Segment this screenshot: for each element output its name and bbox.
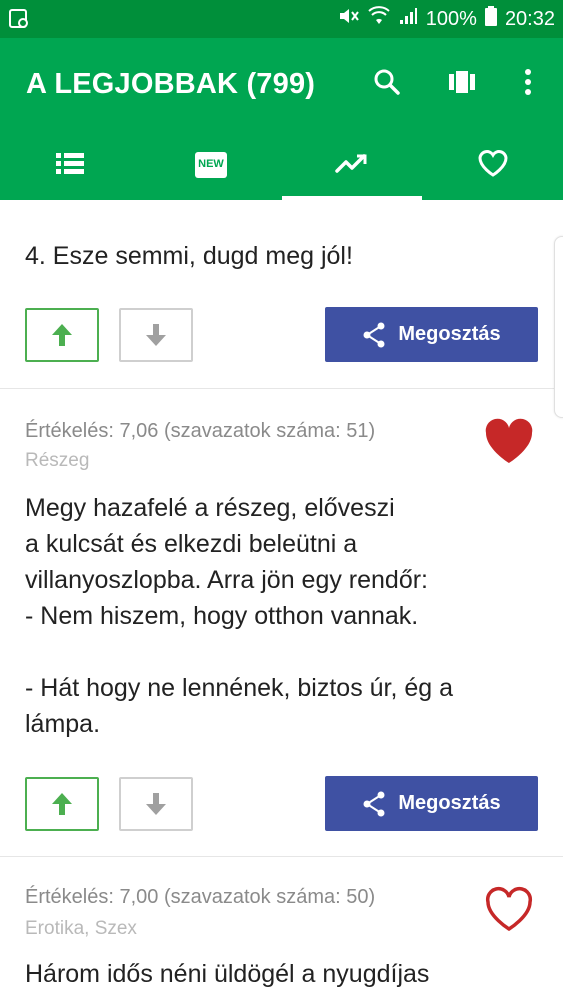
downvote-button[interactable] <box>119 308 193 362</box>
category-text: Erotika, Szex <box>25 918 137 939</box>
list-icon <box>55 151 85 180</box>
joke-line: a kulcsát és elkezdi beleütni a <box>25 530 358 558</box>
joke-list[interactable]: 4. Esze semmi, dugd meg jól! Megosztás É… <box>0 200 563 1000</box>
share-label: Megosztás <box>398 323 501 345</box>
screenshot-icon <box>8 8 30 30</box>
share-label: Megosztás <box>398 792 501 814</box>
tab-bar: NEW <box>0 130 563 200</box>
arrow-up-icon <box>52 324 72 346</box>
share-icon <box>363 322 385 347</box>
wifi-icon <box>368 6 390 32</box>
battery-percent: 100% <box>425 7 477 30</box>
app-bar: A LEGJOBBAK (799) NEW <box>0 38 563 200</box>
clock: 20:32 <box>504 7 555 30</box>
favorite-icon <box>476 148 510 183</box>
share-button[interactable]: Megosztás <box>325 307 538 362</box>
tab-list[interactable] <box>0 130 140 200</box>
joke-line: - Hát hogy ne lennének, biztos úr, ég a <box>25 674 454 702</box>
arrow-up-icon <box>52 793 72 815</box>
tab-favorites[interactable] <box>423 130 563 200</box>
joke-card: Értékelés: 7,00 (szavazatok száma: 50) E… <box>0 856 563 1000</box>
favorite-filled-icon[interactable] <box>483 418 535 466</box>
upvote-button[interactable] <box>25 308 99 362</box>
battery-icon <box>484 6 497 32</box>
joke-text: 4. Esze semmi, dugd meg jól! <box>25 242 353 270</box>
downvote-button[interactable] <box>119 777 193 831</box>
signal-icon <box>398 6 418 32</box>
status-bar: 100% 20:32 <box>0 0 563 38</box>
search-icon[interactable] <box>369 64 405 100</box>
view-carousel-icon[interactable] <box>444 64 480 100</box>
joke-text: Megy hazafelé a részeg, előveszi a kulcs… <box>25 490 535 742</box>
tab-new[interactable]: NEW <box>141 130 281 200</box>
scrollbar-handle[interactable] <box>554 236 563 418</box>
joke-card: Értékelés: 7,06 (szavazatok száma: 51) R… <box>0 388 563 857</box>
trending-icon <box>335 151 369 180</box>
joke-line: villanyoszlopba. Arra jön egy rendőr: <box>25 566 429 594</box>
share-button[interactable]: Megosztás <box>325 776 538 831</box>
page-title: A LEGJOBBAK (799) <box>26 68 316 100</box>
joke-line: - Nem hiszem, hogy otthon vannak. <box>25 602 419 630</box>
category-text: Részeg <box>25 450 90 471</box>
joke-line: Megy hazafelé a részeg, előveszi <box>25 494 395 522</box>
rating-text: Értékelés: 7,06 (szavazatok száma: 51) <box>25 420 376 442</box>
new-icon: NEW <box>195 152 227 178</box>
arrow-down-icon <box>146 324 166 346</box>
joke-card: 4. Esze semmi, dugd meg jól! Megosztás <box>0 200 563 389</box>
share-icon <box>363 791 385 816</box>
favorite-outline-icon[interactable] <box>483 886 535 934</box>
tab-trending[interactable] <box>282 130 422 200</box>
joke-text: Három idős néni üldögél a nyugdíjas <box>25 960 430 988</box>
rating-text: Értékelés: 7,00 (szavazatok száma: 50) <box>25 886 376 908</box>
mute-icon <box>338 6 360 32</box>
arrow-down-icon <box>146 793 166 815</box>
more-vert-icon[interactable] <box>510 64 546 100</box>
joke-line: lámpa. <box>25 710 101 738</box>
upvote-button[interactable] <box>25 777 99 831</box>
